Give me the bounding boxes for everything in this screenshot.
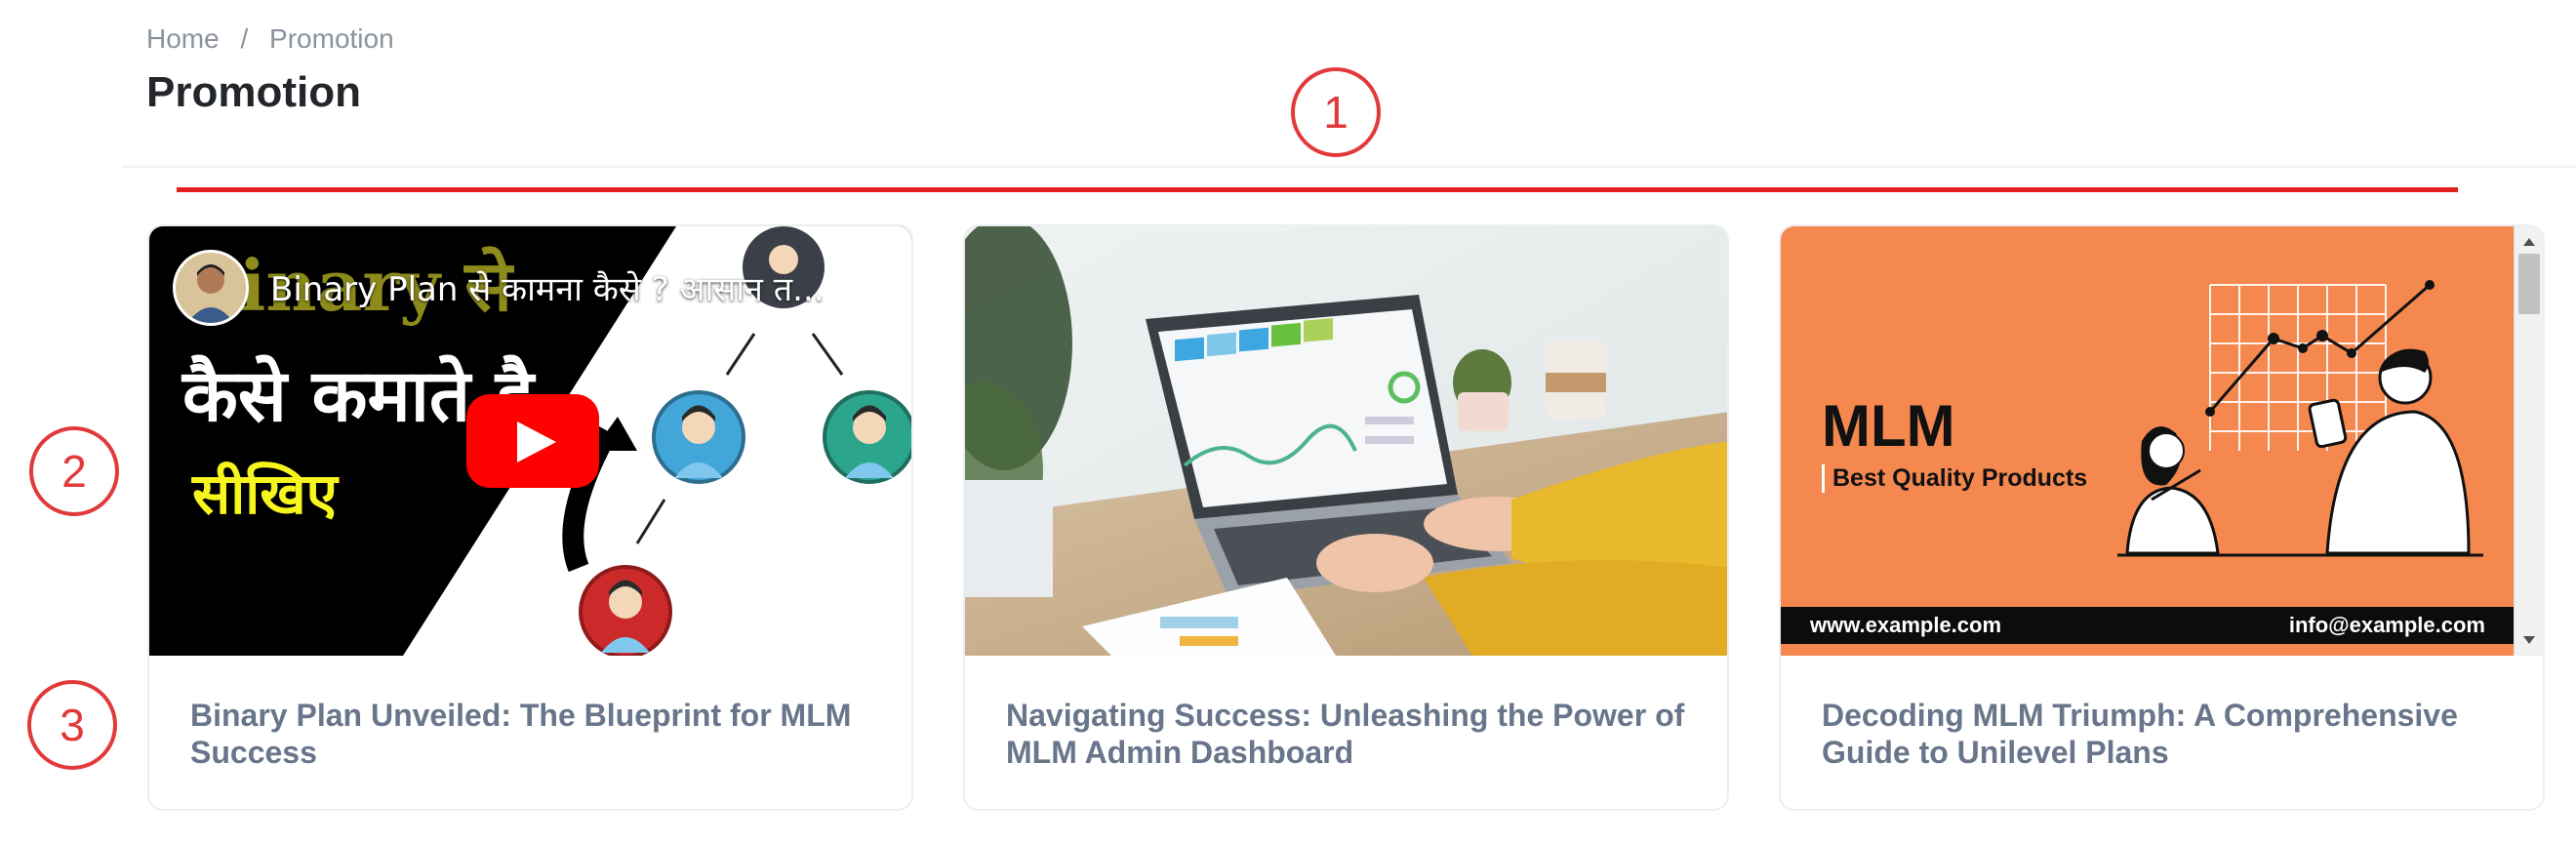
card-embed[interactable]: MLM Best Quality Products www.example.co… bbox=[1781, 226, 2543, 656]
embed-scrollbar[interactable] bbox=[2514, 226, 2543, 656]
youtube-play-icon[interactable] bbox=[466, 394, 599, 488]
mlm-website: www.example.com bbox=[1810, 613, 2002, 637]
video-title[interactable]: Binary Plan से कामना कैसे ? आसान त... bbox=[270, 265, 825, 310]
mlm-email: info@example.com bbox=[2288, 613, 2485, 637]
card-title[interactable]: Navigating Success: Unleashing the Power… bbox=[1006, 697, 1688, 771]
more-vert-icon[interactable]: ⋮ bbox=[837, 255, 876, 294]
mlm-heading: MLM bbox=[1822, 393, 1955, 459]
channel-avatar[interactable] bbox=[173, 250, 249, 326]
annotation-red-line bbox=[177, 187, 2458, 192]
mlm-footer: www.example.com info@example.com bbox=[1781, 607, 2515, 644]
header-divider bbox=[122, 166, 2576, 168]
video-hindi-subline: सीखिए bbox=[192, 461, 338, 527]
breadcrumb: Home / Promotion bbox=[146, 23, 408, 55]
promotion-card[interactable]: inary से कैसे कमाते है सीखिए Binary Plan… bbox=[147, 224, 913, 811]
annotation-marker-1: 1 bbox=[1291, 67, 1381, 157]
laptop-dashboard-photo bbox=[965, 226, 1727, 656]
scroll-up-icon[interactable] bbox=[2523, 238, 2535, 246]
mlm-banner: MLM Best Quality Products www.example.co… bbox=[1781, 226, 2515, 656]
scroll-down-icon[interactable] bbox=[2523, 636, 2535, 644]
video-embed[interactable]: inary से कैसे कमाते है सीखिए Binary Plan… bbox=[149, 226, 911, 656]
breadcrumb-current: Promotion bbox=[269, 23, 394, 54]
breadcrumb-separator: / bbox=[240, 23, 249, 54]
card-title[interactable]: Decoding MLM Triumph: A Comprehensive Gu… bbox=[1822, 697, 2504, 771]
scroll-thumb[interactable] bbox=[2518, 254, 2540, 314]
mlm-subheading: Best Quality Products bbox=[1822, 464, 2087, 493]
breadcrumb-home-link[interactable]: Home bbox=[146, 23, 220, 54]
card-title[interactable]: Binary Plan Unveiled: The Blueprint for … bbox=[190, 697, 872, 771]
card-image[interactable] bbox=[965, 226, 1727, 656]
annotation-marker-2: 2 bbox=[29, 426, 119, 516]
promotion-card[interactable]: MLM Best Quality Products www.example.co… bbox=[1779, 224, 2545, 811]
promotion-card[interactable]: Navigating Success: Unleashing the Power… bbox=[963, 224, 1729, 811]
annotation-marker-3: 3 bbox=[27, 680, 117, 770]
page-title: Promotion bbox=[146, 68, 361, 116]
